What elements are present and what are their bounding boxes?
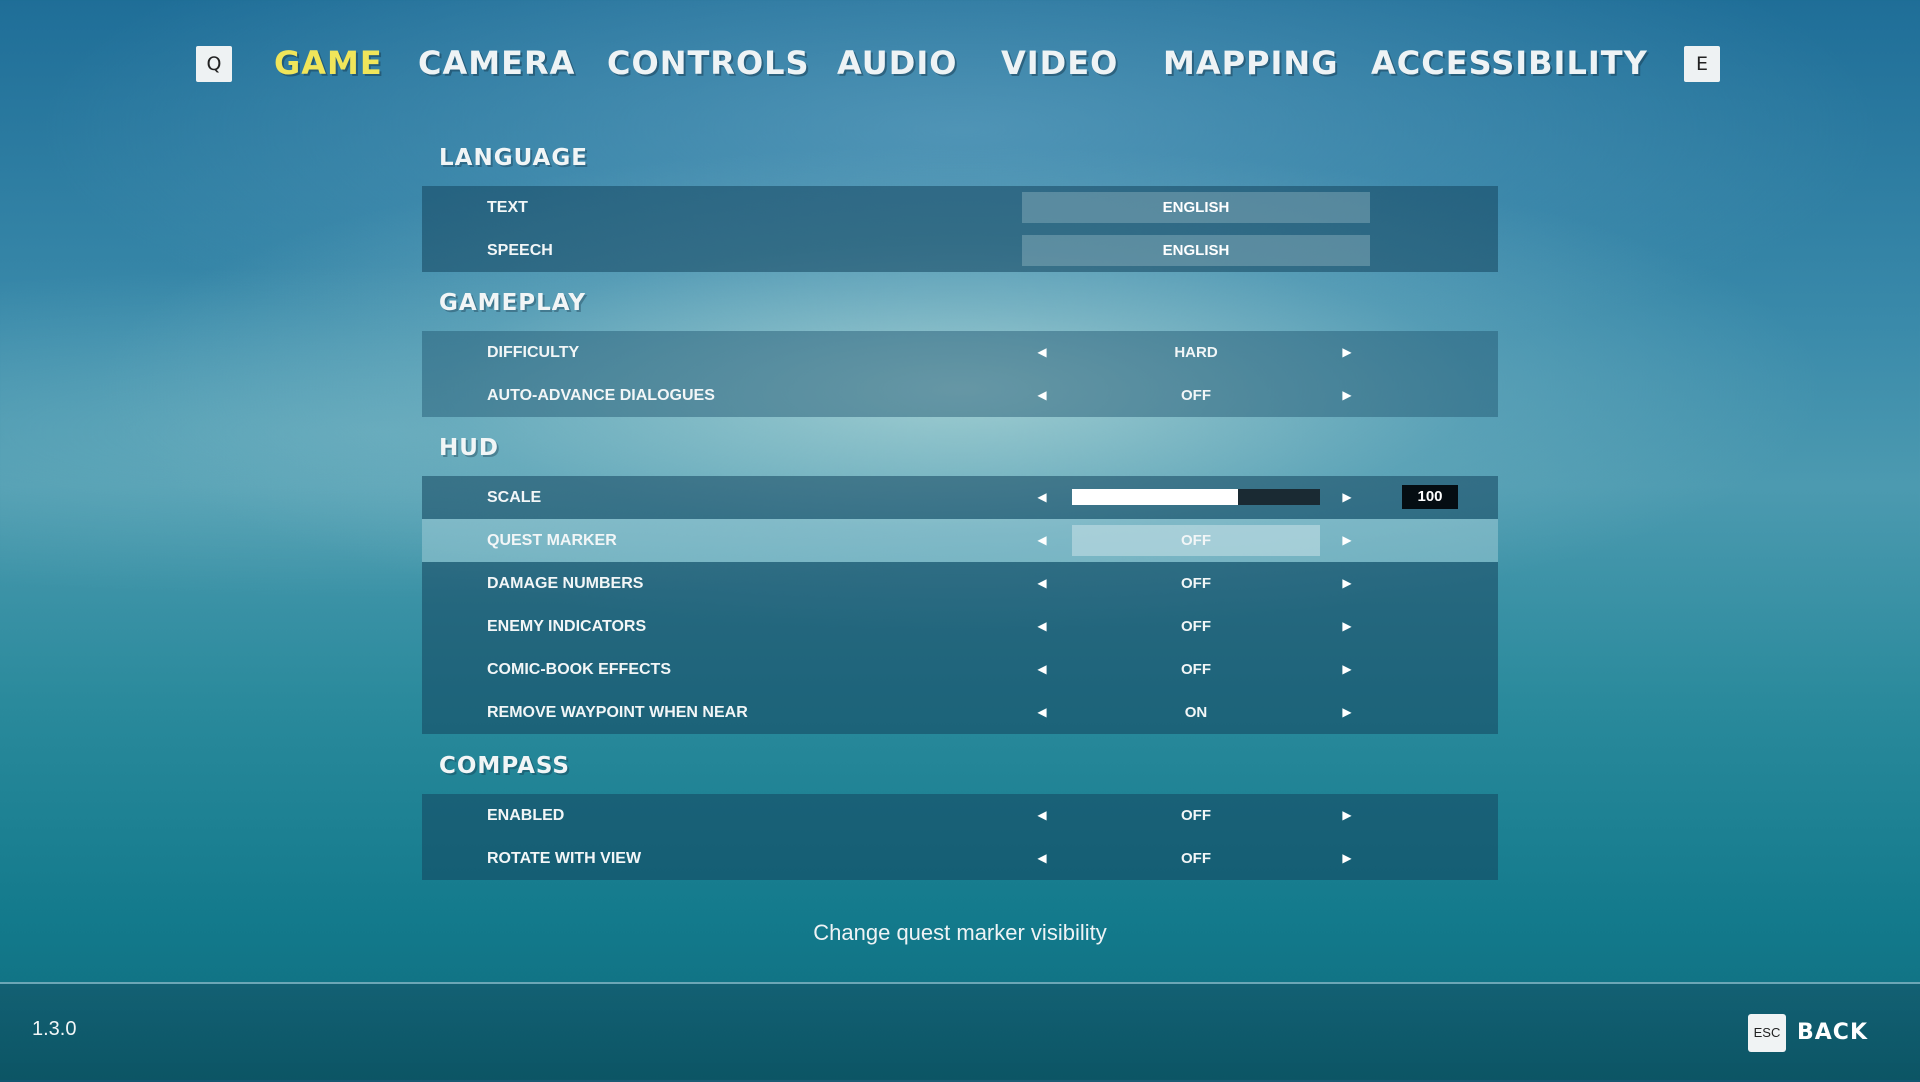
setting-label: TEXT [487,199,528,216]
section-title-compass: COMPASS [439,753,570,779]
setting-label: SPEECH [487,242,553,259]
setting-value: OFF [1072,525,1320,556]
arrow-right-icon[interactable]: ▶ [1337,519,1357,562]
arrow-right-icon[interactable]: ▶ [1337,794,1357,837]
setting-row-rotate-with-view[interactable]: ROTATE WITH VIEW ◀ OFF ▶ [422,837,1498,880]
language-dropdown-text[interactable]: ENGLISH [1022,192,1370,223]
scale-slider[interactable] [1072,489,1320,505]
tab-video[interactable]: VIDEO [1001,40,1118,86]
section-title-language: LANGUAGE [439,145,588,171]
setting-label: AUTO-ADVANCE DIALOGUES [487,387,715,404]
arrow-left-icon[interactable]: ◀ [1032,837,1052,880]
tab-audio[interactable]: AUDIO [837,40,957,86]
setting-row-auto-advance-dialogues[interactable]: AUTO-ADVANCE DIALOGUES ◀ OFF ▶ [422,374,1498,417]
arrow-left-icon[interactable]: ◀ [1032,519,1052,562]
setting-label: QUEST MARKER [487,532,617,549]
setting-description: Change quest marker visibility [813,920,1107,945]
setting-row-remove-waypoint-when-near[interactable]: REMOVE WAYPOINT WHEN NEAR ◀ ON ▶ [422,691,1498,734]
setting-label: REMOVE WAYPOINT WHEN NEAR [487,704,748,721]
arrow-left-icon[interactable]: ◀ [1032,648,1052,691]
scale-value: 100 [1402,485,1458,509]
tab-mapping[interactable]: MAPPING [1163,40,1338,86]
setting-value: OFF [1181,661,1211,678]
setting-value: OFF [1181,807,1211,824]
version-label: 1.3.0 [32,1018,77,1040]
section-title-gameplay: GAMEPLAY [439,290,587,316]
arrow-left-icon[interactable]: ◀ [1032,374,1052,417]
tab-game[interactable]: GAME [274,40,383,86]
setting-label: SCALE [487,489,542,506]
setting-row-text-language[interactable]: TEXT ENGLISH [422,186,1498,229]
setting-row-damage-numbers[interactable]: DAMAGE NUMBERS ◀ OFF ▶ [422,562,1498,605]
tab-controls[interactable]: CONTROLS [607,40,810,86]
language-dropdown-speech[interactable]: ENGLISH [1022,235,1370,266]
setting-row-compass-enabled[interactable]: ENABLED ◀ OFF ▶ [422,794,1498,837]
settings-tab-bar: Q GAME CAMERA CONTROLS AUDIO VIDEO MAPPI… [0,40,1920,86]
arrow-left-icon[interactable]: ◀ [1032,691,1052,734]
setting-label: DIFFICULTY [487,344,580,361]
setting-row-comic-book-effects[interactable]: COMIC-BOOK EFFECTS ◀ OFF ▶ [422,648,1498,691]
setting-value: HARD [1174,344,1218,361]
arrow-right-icon[interactable]: ▶ [1337,648,1357,691]
setting-row-enemy-indicators[interactable]: ENEMY INDICATORS ◀ OFF ▶ [422,605,1498,648]
footer-bar: 1.3.0 ESC BACK [0,982,1920,1082]
esc-key[interactable]: ESC [1748,1014,1786,1052]
setting-value: ON [1184,704,1208,721]
setting-row-difficulty[interactable]: DIFFICULTY ◀ HARD ▶ [422,331,1498,374]
tab-accessibility[interactable]: ACCESSIBILITY [1371,40,1648,86]
arrow-right-icon[interactable]: ▶ [1337,605,1357,648]
setting-label: ENABLED [487,807,565,824]
setting-row-scale[interactable]: SCALE ◀ ▶ 100 [422,476,1498,519]
arrow-left-icon[interactable]: ◀ [1032,562,1052,605]
section-title-hud: HUD [439,435,500,461]
arrow-right-icon[interactable]: ▶ [1337,837,1357,880]
arrow-right-icon[interactable]: ▶ [1337,331,1357,374]
setting-row-quest-marker[interactable]: QUEST MARKER ◀ OFF ▶ [422,519,1498,562]
setting-label: DAMAGE NUMBERS [487,575,644,592]
next-tab-key[interactable]: E [1684,46,1720,82]
arrow-right-icon[interactable]: ▶ [1337,476,1357,519]
tab-camera[interactable]: CAMERA [418,40,575,86]
setting-value: OFF [1181,618,1211,635]
setting-value: OFF [1181,575,1211,592]
arrow-left-icon[interactable]: ◀ [1032,794,1052,837]
prev-tab-key[interactable]: Q [196,46,232,82]
setting-label: ENEMY INDICATORS [487,618,647,635]
arrow-right-icon[interactable]: ▶ [1337,374,1357,417]
setting-value: OFF [1181,850,1211,867]
setting-label: ROTATE WITH VIEW [487,850,642,867]
setting-row-speech-language[interactable]: SPEECH ENGLISH [422,229,1498,272]
arrow-left-icon[interactable]: ◀ [1032,605,1052,648]
arrow-left-icon[interactable]: ◀ [1032,476,1052,519]
scale-slider-fill [1072,489,1239,505]
arrow-right-icon[interactable]: ▶ [1337,562,1357,605]
setting-value: OFF [1181,387,1211,404]
back-button[interactable]: BACK [1797,1014,1868,1052]
setting-label: COMIC-BOOK EFFECTS [487,661,671,678]
arrow-left-icon[interactable]: ◀ [1032,331,1052,374]
arrow-right-icon[interactable]: ▶ [1337,691,1357,734]
